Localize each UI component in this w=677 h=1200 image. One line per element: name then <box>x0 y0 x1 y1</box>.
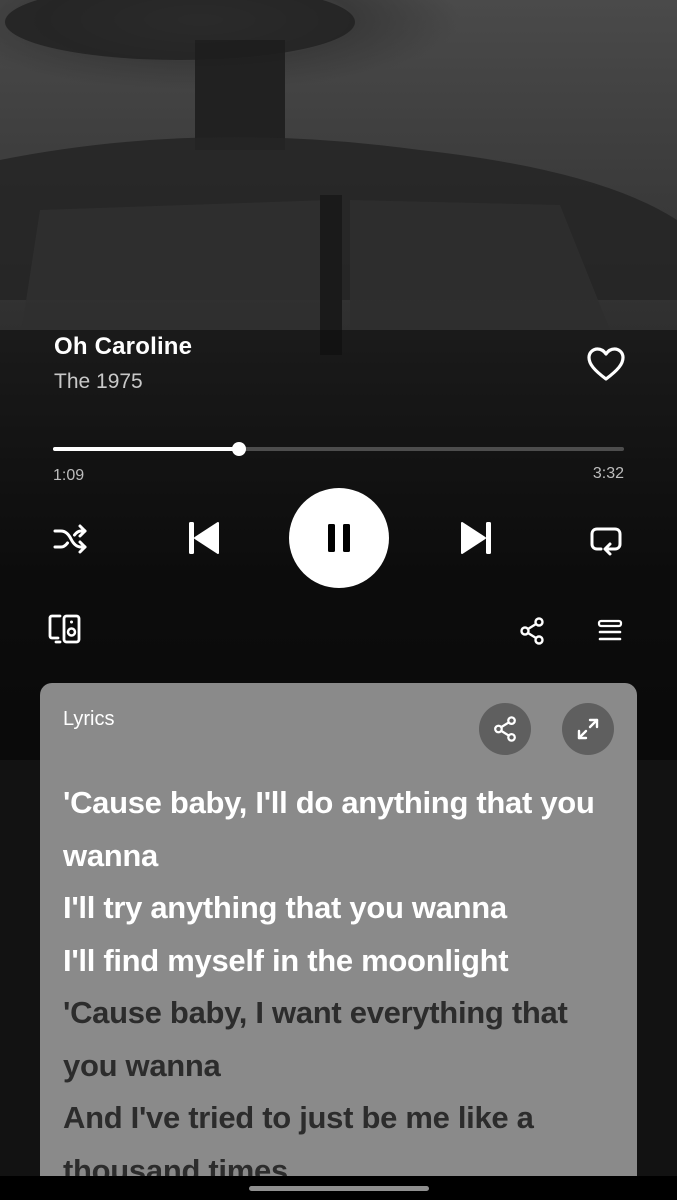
lyrics-card[interactable]: Lyrics 'Cause baby, I'll do anything tha… <box>40 683 637 1176</box>
share-button[interactable] <box>514 613 550 649</box>
connect-devices-button[interactable] <box>44 608 86 650</box>
elapsed-time: 1:09 <box>53 467 85 484</box>
repeat-button[interactable] <box>584 517 628 561</box>
like-button[interactable] <box>584 343 628 387</box>
progress-bar[interactable] <box>53 442 624 456</box>
connect-devices-icon <box>48 614 81 644</box>
skip-previous-icon <box>189 522 219 554</box>
previous-button[interactable] <box>178 513 228 563</box>
lyric-line: I'll try anything that you wanna <box>63 890 507 925</box>
home-indicator[interactable] <box>249 1186 429 1191</box>
lyric-line: 'Cause baby, I'll do anything that you w… <box>63 785 595 873</box>
lyrics-label: Lyrics <box>63 708 115 730</box>
total-duration: 3:32 <box>592 465 624 482</box>
repeat-icon <box>590 527 622 556</box>
share-icon <box>494 716 516 742</box>
heart-outline-icon <box>587 347 625 381</box>
shuffle-icon <box>53 524 87 554</box>
lyric-line: I'll find myself in the moonlight <box>63 942 509 978</box>
lyrics-share-button[interactable] <box>479 703 531 755</box>
track-title: Oh Caroline <box>54 333 193 360</box>
pause-icon <box>328 524 350 552</box>
lyrics-text: 'Cause baby, I'll do anything that you w… <box>63 777 623 1176</box>
lyric-line: And I've tried to just be me like a thou… <box>63 1100 534 1176</box>
shuffle-button[interactable] <box>48 517 92 561</box>
next-button[interactable] <box>452 513 502 563</box>
lyrics-expand-button[interactable] <box>562 703 614 755</box>
track-artist[interactable]: The 1975 <box>54 370 143 394</box>
expand-icon <box>577 718 599 740</box>
play-pause-button[interactable] <box>289 488 389 588</box>
queue-icon <box>597 619 623 641</box>
progress-fill <box>53 447 240 451</box>
lyric-line: 'Cause baby, I want everything that you … <box>63 995 568 1083</box>
skip-next-icon <box>461 522 491 554</box>
queue-button[interactable] <box>592 613 628 649</box>
share-icon <box>520 617 544 645</box>
